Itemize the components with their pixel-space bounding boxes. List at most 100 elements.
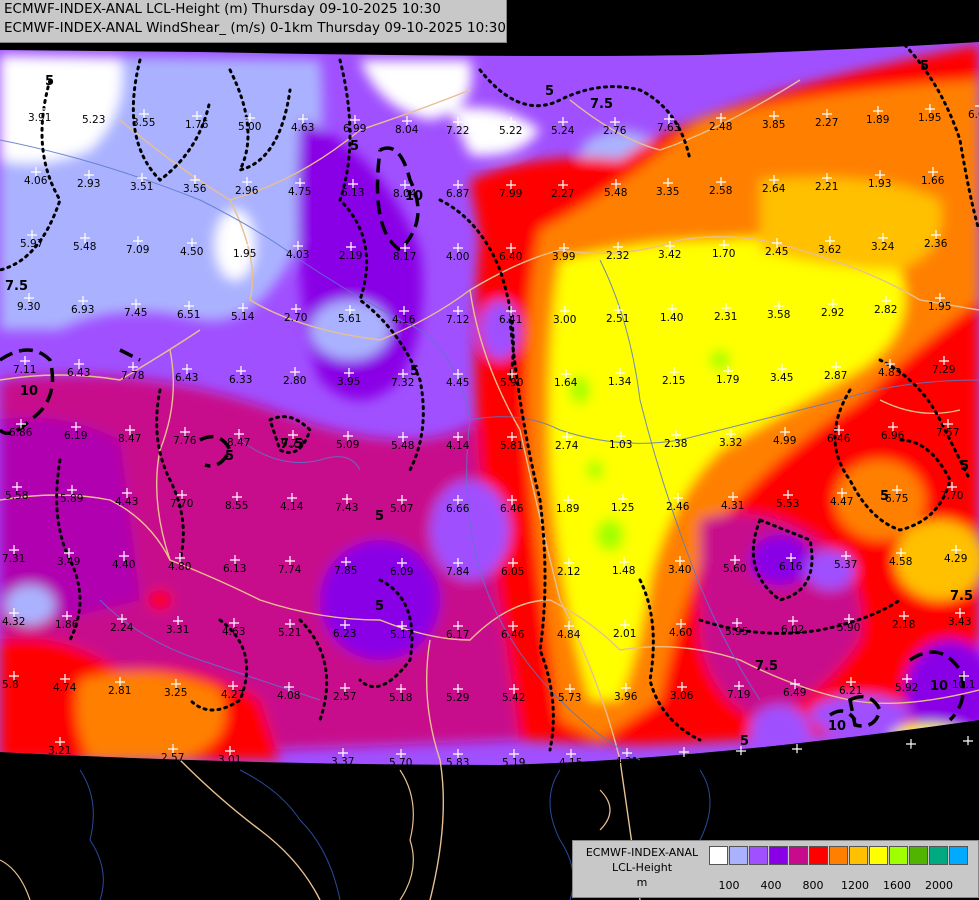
legend-swatch bbox=[909, 846, 928, 865]
map-value-label: 6.22 bbox=[785, 752, 808, 764]
map-value-label: 1.95 bbox=[928, 301, 951, 313]
map-value-label: 5.90 bbox=[837, 622, 860, 634]
map-value-label: 4.63 bbox=[222, 626, 245, 638]
map-value-label: 6.46 bbox=[501, 629, 525, 641]
map-value-label: 5.37 bbox=[834, 559, 857, 571]
map-value-label: 3.21 bbox=[48, 745, 71, 757]
map-value-label: 7.84 bbox=[446, 566, 470, 578]
header-line-windshear: ECMWF-INDEX-ANAL WindShear_ (m/s) 0-1km … bbox=[4, 20, 506, 36]
map-value-label: 4.31 bbox=[615, 756, 638, 768]
map-value-label: 7.09 bbox=[126, 244, 149, 256]
map-value-label: 3.42 bbox=[658, 249, 681, 261]
map-value-label: 3.58 bbox=[767, 309, 790, 321]
map-value-label: 4.84 bbox=[557, 629, 581, 641]
map-value-label: 3.85 bbox=[762, 119, 785, 131]
map-value-label: 2.38 bbox=[664, 438, 687, 450]
map-value-label: 2.21 bbox=[815, 181, 838, 193]
map-value-label: 3.51 bbox=[130, 181, 153, 193]
map-value-label: 6.46 bbox=[827, 433, 851, 445]
map-value-label: 2.15 bbox=[662, 375, 685, 387]
legend-swatch bbox=[849, 846, 868, 865]
map-value-label: 6.09 bbox=[390, 566, 413, 578]
svg-text:5: 5 bbox=[350, 139, 359, 154]
map-value-label: 3.35 bbox=[656, 186, 679, 198]
map-value-label: 6.09 bbox=[968, 109, 979, 121]
map-value-label: 3.49 bbox=[57, 556, 80, 568]
map-value-label: 2.19 bbox=[339, 250, 362, 262]
map-value-label: 2.81 bbox=[108, 685, 131, 697]
map-value-label: 3.56 bbox=[183, 183, 207, 195]
map-value-label: 5.89 bbox=[60, 493, 83, 505]
map-value-label: 6.13 bbox=[223, 563, 246, 575]
map-value-label: 3.32 bbox=[719, 437, 742, 449]
map-value-label: 4.08 bbox=[277, 690, 300, 702]
map-value-label: 5.19 bbox=[502, 757, 525, 769]
map-value-label: 3.43 bbox=[948, 616, 971, 628]
map-value-label: 4.74 bbox=[53, 682, 77, 694]
legend-title: ECMWF-INDEX-ANAL LCL-Height m bbox=[577, 845, 707, 890]
map-value-label: 5.81 bbox=[500, 440, 523, 452]
map-value-label: 3.40 bbox=[668, 564, 691, 576]
map-value-label: 5.97 bbox=[20, 238, 43, 250]
map-value-label: 4.45 bbox=[446, 377, 469, 389]
map-value-label: 6.19 bbox=[64, 430, 87, 442]
legend-title-line1: ECMWF-INDEX-ANAL bbox=[585, 846, 699, 859]
svg-text:7.5: 7.5 bbox=[755, 659, 778, 674]
map-value-label: 5.8 bbox=[2, 679, 19, 691]
map-value-label: 2.76 bbox=[603, 125, 627, 137]
map-value-label: 6.93 bbox=[71, 304, 94, 316]
map-value-label: 5.70 bbox=[389, 757, 412, 769]
map-value-label: 1.25 bbox=[611, 502, 634, 514]
legend-swatch bbox=[889, 846, 908, 865]
map-value-label: 7.29 bbox=[932, 364, 955, 376]
map-value-label: 7.70 bbox=[170, 498, 193, 510]
map-value-label: 7.63 bbox=[657, 122, 680, 134]
map-value-label: 3.62 bbox=[818, 244, 841, 256]
map-value-label: 1.79 bbox=[716, 374, 739, 386]
map-value-label: 1.95 bbox=[233, 248, 256, 260]
map-value-label: 2.93 bbox=[77, 178, 100, 190]
map-value-label: 1.40 bbox=[660, 312, 683, 324]
map-value-label: 5.17 bbox=[390, 629, 413, 641]
header-line-lcl: ECMWF-INDEX-ANAL LCL-Height (m) Thursday… bbox=[4, 1, 441, 17]
map-value-label: 1.66 bbox=[921, 175, 945, 187]
map-value-label: 8.47 bbox=[227, 437, 250, 449]
map-value-label: 2.27 bbox=[551, 188, 574, 200]
map-value-label: 6.16 bbox=[779, 561, 803, 573]
map-value-label: 4.03 bbox=[286, 249, 309, 261]
legend-swatch bbox=[809, 846, 828, 865]
map-value-label: 4.60 bbox=[669, 627, 692, 639]
map-value-label: 5.92 bbox=[895, 682, 918, 694]
legend-tick-label: 800 bbox=[802, 879, 824, 892]
map-value-label: 2.57 bbox=[333, 691, 356, 703]
legend-swatch bbox=[829, 846, 848, 865]
map-value-label: 4.14 bbox=[280, 501, 304, 513]
map-value-label: 6.43 bbox=[67, 367, 90, 379]
map-value-label: 5.18 bbox=[389, 692, 412, 704]
map-value-label: 5.48 bbox=[391, 440, 414, 452]
legend-swatch bbox=[769, 846, 788, 865]
map-value-label: 2.27 bbox=[815, 117, 838, 129]
map-value-label: 7.19 bbox=[727, 689, 750, 701]
map-value-label: 6.43 bbox=[175, 372, 198, 384]
map-value-label: 6.96 bbox=[881, 430, 905, 442]
map-value-label: 1.34 bbox=[608, 376, 632, 388]
map-value-label: 1.70 bbox=[712, 248, 735, 260]
legend-swatch bbox=[789, 846, 808, 865]
map-value-label: 7.43 bbox=[335, 502, 358, 514]
map-value-label: 2.58 bbox=[709, 185, 732, 197]
map-value-label: 4.31 bbox=[721, 500, 744, 512]
legend-swatch bbox=[709, 846, 728, 865]
map-value-label: 6.87 bbox=[446, 188, 469, 200]
map-value-label: 6.02 bbox=[781, 624, 804, 636]
map-value-label: 7.99 bbox=[499, 188, 522, 200]
map-value-label: 5.29 bbox=[446, 692, 469, 704]
map-value-label: 7.57 bbox=[936, 427, 959, 439]
map-value-label: 4.58 bbox=[889, 556, 912, 568]
map-value-label: 3.24 bbox=[871, 241, 895, 253]
map-value-label: 1.86 bbox=[55, 619, 79, 631]
map-value-label: 2.51 bbox=[606, 313, 629, 325]
map-value-label: 8.04 bbox=[393, 188, 417, 200]
weather-map: 557.5 7.5510 557.5 5510 557.5 51010 7.55… bbox=[0, 0, 979, 900]
svg-text:10: 10 bbox=[20, 384, 38, 399]
